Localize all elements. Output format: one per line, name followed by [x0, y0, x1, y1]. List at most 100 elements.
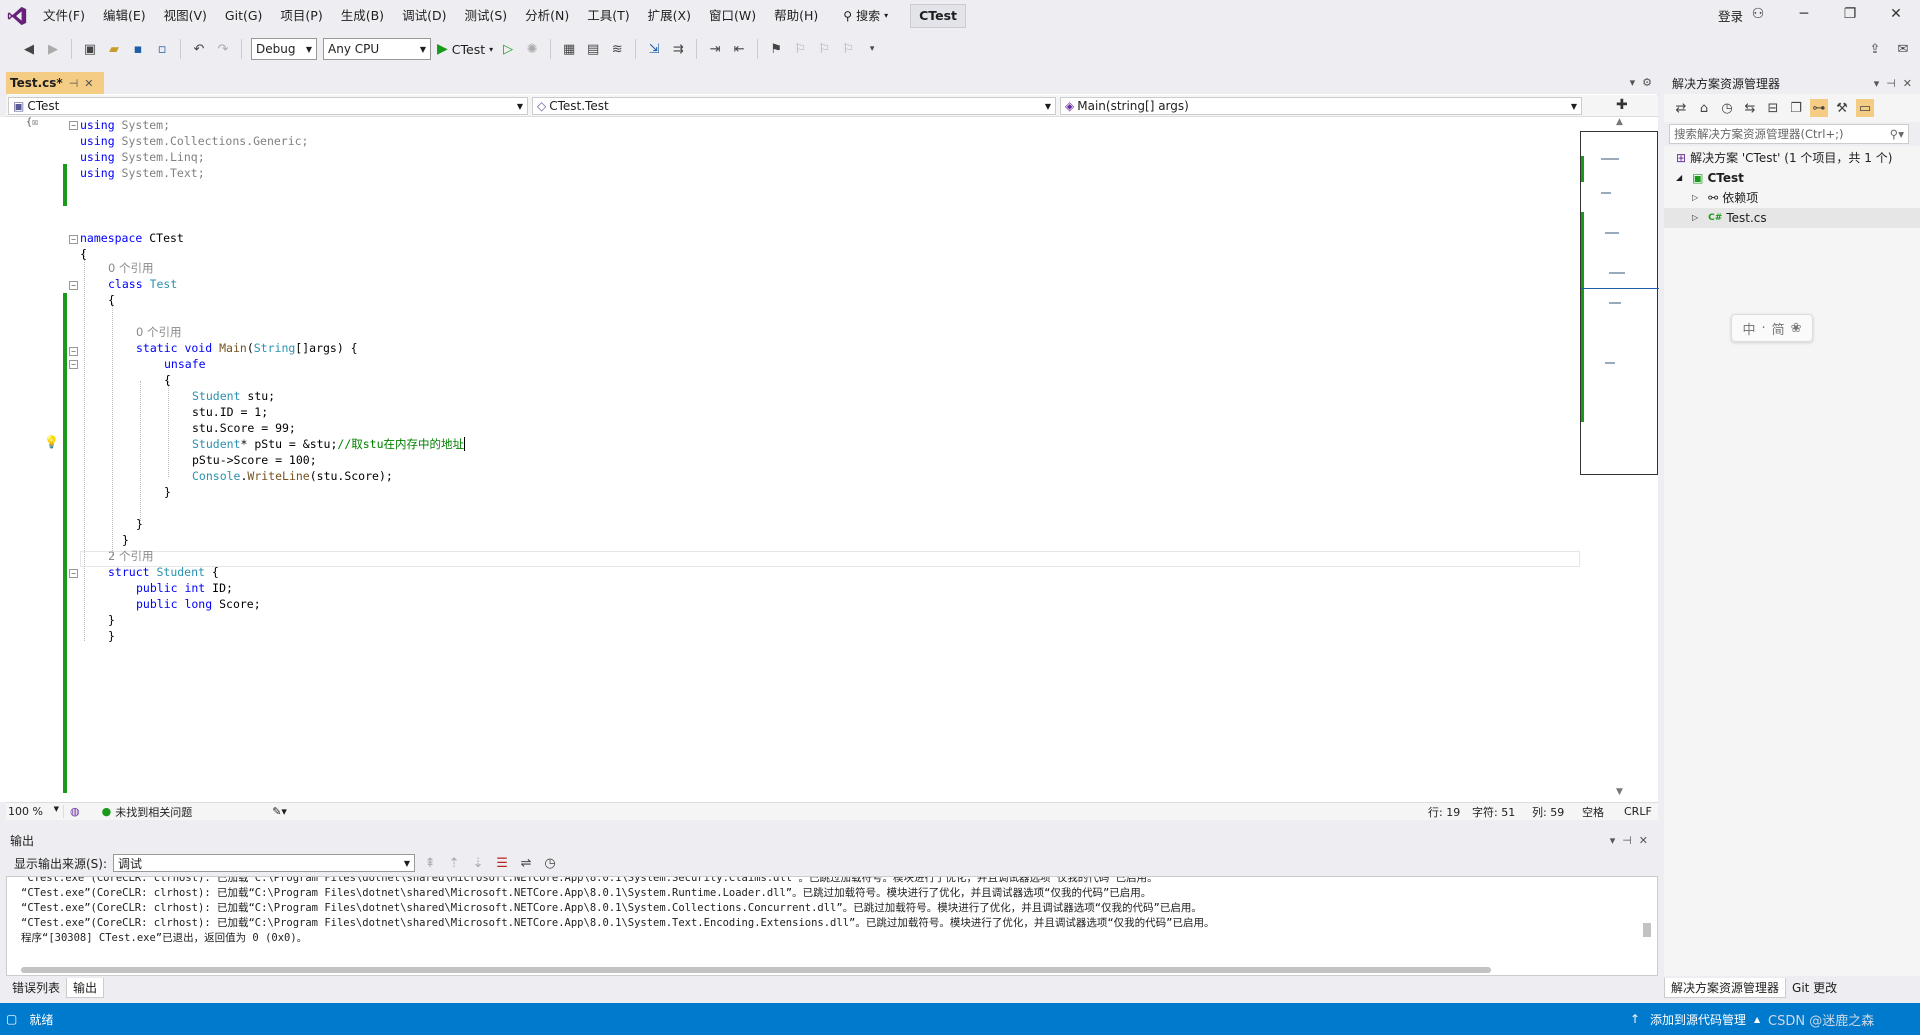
menu-test[interactable]: 测试(S) [455, 0, 516, 32]
collapse-icon[interactable]: − [69, 121, 78, 130]
output-source-select[interactable]: 调试 ▼ [113, 854, 416, 872]
code-lens-references[interactable]: 2 个引用 [108, 548, 153, 564]
history-icon[interactable]: ◷ [1718, 99, 1736, 117]
toolbar-overflow-icon[interactable]: ▾ [863, 40, 881, 58]
collapse-icon[interactable]: − [69, 569, 78, 578]
code-lens-references[interactable]: 0 个引用 [136, 324, 181, 340]
vertical-scrollbar[interactable] [1643, 923, 1651, 937]
toolbox-icon[interactable]: ▤ [584, 40, 602, 58]
tree-item-project[interactable]: ◢ ▣ CTest [1664, 168, 1920, 188]
filter-icon[interactable]: ⊶ [1810, 99, 1828, 117]
tree-item-solution[interactable]: ⊞ 解决方案 'CTest' (1 个项目，共 1 个) [1664, 148, 1920, 168]
solution-search-input[interactable]: 搜索解决方案资源管理器(Ctrl+;) ⚲▾ [1669, 124, 1909, 144]
tab-git-changes[interactable]: Git 更改 [1786, 978, 1843, 998]
find-message-icon[interactable]: ⇞ [421, 854, 439, 872]
minimap-viewport[interactable] [1580, 131, 1659, 475]
forward-icon[interactable]: ▶ [44, 40, 62, 58]
close-icon[interactable]: ✕ [1886, 6, 1906, 22]
menu-project[interactable]: 项目(P) [271, 0, 331, 32]
menu-git[interactable]: Git(G) [216, 0, 272, 32]
pane-controls-icon[interactable]: ▾ ⊣ ✕ [1610, 834, 1648, 847]
menu-extensions[interactable]: 扩展(X) [639, 0, 700, 32]
tree-item-test-cs[interactable]: ▷ C# Test.cs [1664, 208, 1920, 228]
nav-type-select[interactable]: ◇ CTest.Test ▼ [532, 97, 1056, 115]
restore-icon[interactable]: ❐ [1840, 6, 1860, 22]
ime-mode[interactable]: 中 [1742, 319, 1755, 338]
col-number[interactable]: 列: 59 [1532, 804, 1564, 820]
tab-output[interactable]: 输出 [66, 978, 105, 998]
solution-config-select[interactable]: Debug ▼ [251, 38, 317, 60]
menu-edit[interactable]: 编辑(E) [94, 0, 155, 32]
prev-bookmark-icon[interactable]: ⚐ [791, 40, 809, 58]
account-settings-icon[interactable]: ⚇ [1748, 6, 1768, 22]
bookmark-icon[interactable]: ⚑ [767, 40, 785, 58]
global-search-button[interactable]: ⚲ 搜索 ▾ [835, 5, 896, 27]
code-editor[interactable]: {☒ 💡 − − − − − − using System; using Sys… [0, 117, 1580, 802]
menu-tools[interactable]: 工具(T) [578, 0, 638, 32]
visual-studio-logo-icon[interactable] [0, 0, 34, 32]
menu-file[interactable]: 文件(F) [34, 0, 94, 32]
scroll-down-icon[interactable]: ▼ [1616, 787, 1623, 797]
indent-icon[interactable]: ⇥ [706, 40, 724, 58]
line-ending[interactable]: CRLF [1624, 805, 1652, 818]
tab-solution-explorer[interactable]: 解决方案资源管理器 [1664, 978, 1787, 998]
solution-explorer-icon[interactable]: ▦ [560, 40, 578, 58]
menu-debug[interactable]: 调试(D) [393, 0, 455, 32]
login-button[interactable]: 登录 [1718, 6, 1743, 25]
collapse-all-icon[interactable]: ⊟ [1764, 99, 1782, 117]
code-lens-gutter-icon[interactable]: {☒ [26, 117, 38, 128]
tab-overflow-icon[interactable]: ▾ ⚙ [1630, 76, 1652, 89]
menu-help[interactable]: 帮助(H) [765, 0, 827, 32]
scroll-up-icon[interactable]: ▲ [1616, 117, 1623, 127]
undo-icon[interactable]: ↶ [190, 40, 208, 58]
timestamp-icon[interactable]: ◷ [541, 854, 559, 872]
tab-error-list[interactable]: 错误列表 [6, 978, 66, 998]
ime-simplified[interactable]: 简 [1772, 319, 1785, 338]
line-number[interactable]: 行: 19 [1428, 804, 1460, 820]
zoom-select[interactable]: 100 % ▼ [6, 805, 64, 818]
properties-icon[interactable]: ⚒ [1833, 99, 1851, 117]
code-lens-references[interactable]: 0 个引用 [108, 260, 153, 276]
next-message-icon[interactable]: ⇣ [469, 854, 487, 872]
start-without-debugging-icon[interactable]: ▷ [499, 40, 517, 58]
notification-icon[interactable]: ▢ [6, 1012, 17, 1026]
solution-platform-select[interactable]: Any CPU ▼ [323, 38, 431, 60]
comment-icon[interactable]: ≋ [608, 40, 626, 58]
step-over-icon[interactable]: ⇉ [669, 40, 687, 58]
word-wrap-icon[interactable]: ⇌ [517, 854, 535, 872]
outdent-icon[interactable]: ⇤ [730, 40, 748, 58]
menu-window[interactable]: 窗口(W) [700, 0, 765, 32]
collapse-icon[interactable]: − [69, 281, 78, 290]
show-all-files-icon[interactable]: ❐ [1787, 99, 1805, 117]
back-icon[interactable]: ◀ [20, 40, 38, 58]
minimize-icon[interactable]: ─ [1794, 6, 1814, 22]
save-icon[interactable]: ▪ [129, 40, 147, 58]
upload-icon[interactable]: ↑ [1630, 1012, 1640, 1026]
home-icon[interactable]: ⌂ [1695, 99, 1713, 117]
nav-project-select[interactable]: ▣ CTest ▼ [8, 97, 528, 115]
intellicode-icon[interactable]: ◍ [70, 805, 80, 818]
prev-message-icon[interactable]: ⇡ [445, 854, 463, 872]
redo-icon[interactable]: ↷ [214, 40, 232, 58]
live-share-icon[interactable]: ⇪ [1866, 40, 1884, 58]
ime-punctuation[interactable]: · [1761, 321, 1765, 336]
start-debugging-button[interactable]: ▶ CTest ▾ [437, 41, 493, 57]
collapse-icon[interactable]: − [69, 360, 78, 369]
tab-test-cs[interactable]: Test.cs* ⊣ ✕ [6, 72, 104, 94]
issues-status[interactable]: 未找到相关问题 [115, 804, 192, 820]
code-minimap[interactable]: ▲ ▼ [1580, 117, 1659, 802]
whitespace-mode[interactable]: 空格 [1582, 804, 1604, 820]
close-tab-icon[interactable]: ✕ [84, 77, 93, 90]
collapse-icon[interactable]: − [69, 347, 78, 356]
add-to-source-control-button[interactable]: 添加到源代码管理 [1650, 1011, 1746, 1028]
collapse-icon[interactable]: − [69, 235, 78, 244]
preview-icon[interactable]: ▭ [1856, 99, 1874, 117]
menu-build[interactable]: 生成(B) [332, 0, 393, 32]
output-text[interactable]: “CTest.exe”(CoreCLR: clrhost): 已加载“C:\Pr… [6, 876, 1658, 976]
char-number[interactable]: 字符: 51 [1472, 804, 1515, 820]
hot-reload-icon[interactable]: ✺ [523, 40, 541, 58]
ime-toolbar[interactable]: 中 · 简 ❀ [1731, 314, 1813, 342]
step-into-icon[interactable]: ⇲ [645, 40, 663, 58]
code-cleanup-icon[interactable]: ✎▾ [272, 805, 287, 818]
save-all-icon[interactable]: ▫ [153, 40, 171, 58]
